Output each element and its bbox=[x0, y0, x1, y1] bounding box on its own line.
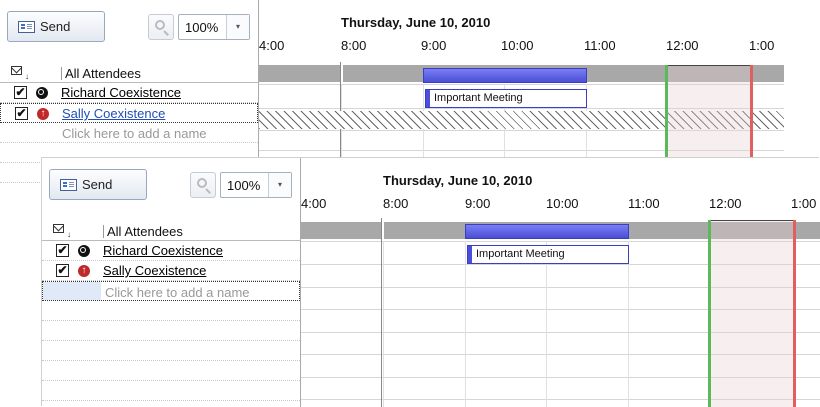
chevron-down-icon[interactable]: ▾ bbox=[268, 173, 291, 197]
attendee-row[interactable]: ✔ ↑ Sally Coexistence bbox=[42, 261, 300, 281]
magnifier-icon bbox=[197, 178, 207, 188]
free-busy-grid[interactable]: Thursday, June 10, 2010 4:00 8:00 9:00 1… bbox=[300, 158, 820, 407]
zoom-value: 100% bbox=[185, 20, 219, 35]
add-name-placeholder[interactable]: Click here to add a name bbox=[105, 285, 250, 300]
attendee-row[interactable]: ✔ Richard Coexistence bbox=[0, 83, 258, 103]
send-icon bbox=[60, 178, 77, 191]
send-button-label: Send bbox=[40, 19, 71, 34]
date-header: Thursday, June 10, 2010 bbox=[383, 173, 533, 188]
time-label: 8:00 bbox=[341, 38, 367, 53]
zoom-select[interactable]: 100% ▾ bbox=[220, 172, 292, 198]
zoom-select[interactable]: 100% ▾ bbox=[178, 14, 250, 40]
attendee-checkbox[interactable]: ✔ bbox=[56, 264, 69, 277]
meeting-block[interactable]: Important Meeting bbox=[467, 245, 629, 264]
attendee-checkbox[interactable]: ✔ bbox=[14, 86, 27, 99]
time-label: 4:00 bbox=[259, 38, 285, 53]
meeting-time-selection[interactable] bbox=[709, 220, 796, 407]
chevron-down-icon[interactable]: ▾ bbox=[226, 15, 249, 39]
add-name-placeholder[interactable]: Click here to add a name bbox=[62, 126, 207, 141]
attendee-name[interactable]: Richard Coexistence bbox=[103, 243, 223, 258]
envelope-icon[interactable] bbox=[53, 224, 64, 233]
scheduling-toolbar: Send 100% ▾ bbox=[42, 158, 300, 216]
add-attendee-row[interactable]: Click here to add a name bbox=[0, 123, 258, 143]
empty-row bbox=[42, 381, 300, 401]
empty-row bbox=[42, 341, 300, 361]
attendee-row-selected[interactable]: ✔ ↑ Sally Coexistence bbox=[0, 103, 258, 123]
start-time-marker[interactable] bbox=[708, 220, 711, 407]
combined-busy-bar bbox=[465, 224, 629, 239]
time-label: 10:00 bbox=[546, 196, 579, 211]
time-label: 12:00 bbox=[666, 38, 699, 53]
attendee-name[interactable]: Sally Coexistence bbox=[103, 263, 206, 278]
scheduling-panel-front: Send 100% ▾ ↓ All Attendees ✔ Richard Co… bbox=[42, 158, 820, 407]
attendee-checkbox[interactable]: ✔ bbox=[56, 244, 69, 257]
organizer-icon bbox=[78, 245, 90, 257]
empty-row bbox=[42, 321, 300, 341]
time-label: 11:00 bbox=[628, 196, 660, 211]
send-button[interactable]: Send bbox=[49, 169, 147, 200]
time-label: 1:00 bbox=[749, 38, 775, 53]
send-button-label: Send bbox=[82, 177, 113, 192]
time-label: 11:00 bbox=[584, 38, 616, 53]
attendee-list-header: ↓ All Attendees bbox=[42, 221, 300, 241]
attendee-name[interactable]: Sally Coexistence bbox=[62, 106, 165, 121]
time-label: 4:00 bbox=[301, 196, 327, 211]
sort-arrow-icon: ↓ bbox=[67, 230, 71, 239]
attendee-row[interactable]: ✔ Richard Coexistence bbox=[42, 241, 300, 261]
attendee-list-header: ↓ All Attendees bbox=[0, 63, 258, 83]
meeting-block[interactable]: Important Meeting bbox=[425, 89, 587, 108]
sort-arrow-icon: ↓ bbox=[25, 72, 29, 81]
scheduling-toolbar: Send 100% ▾ bbox=[0, 0, 258, 58]
send-icon bbox=[18, 20, 35, 33]
all-attendees-label: All Attendees bbox=[103, 224, 183, 239]
attendee-name[interactable]: Richard Coexistence bbox=[61, 85, 181, 100]
zoom-value: 100% bbox=[227, 178, 261, 193]
empty-row bbox=[42, 301, 300, 321]
send-button[interactable]: Send bbox=[7, 11, 105, 42]
envelope-icon[interactable] bbox=[11, 66, 22, 75]
attendee-checkbox[interactable]: ✔ bbox=[15, 107, 28, 120]
time-label: 1:00 bbox=[791, 196, 817, 211]
required-attendee-icon: ↑ bbox=[37, 108, 49, 120]
add-attendee-row-selected[interactable]: Click here to add a name bbox=[42, 281, 300, 301]
meeting-label: Important Meeting bbox=[476, 248, 565, 260]
zoom-button[interactable] bbox=[190, 172, 216, 198]
combined-busy-bar bbox=[423, 68, 587, 83]
meeting-label: Important Meeting bbox=[434, 92, 523, 104]
organizer-icon bbox=[36, 87, 48, 99]
time-label: 10:00 bbox=[501, 38, 534, 53]
end-time-marker[interactable] bbox=[793, 220, 796, 407]
time-label: 9:00 bbox=[421, 38, 447, 53]
time-label: 9:00 bbox=[465, 196, 491, 211]
magnifier-icon bbox=[155, 20, 165, 30]
time-label: 12:00 bbox=[709, 196, 742, 211]
date-header: Thursday, June 10, 2010 bbox=[341, 15, 491, 30]
empty-row bbox=[42, 361, 300, 381]
zoom-button[interactable] bbox=[148, 14, 174, 40]
required-attendee-icon: ↑ bbox=[78, 265, 90, 277]
attendee-list: ↓ All Attendees ✔ Richard Coexistence ✔ … bbox=[42, 221, 300, 401]
time-label: 8:00 bbox=[383, 196, 409, 211]
all-attendees-label: All Attendees bbox=[61, 66, 141, 81]
